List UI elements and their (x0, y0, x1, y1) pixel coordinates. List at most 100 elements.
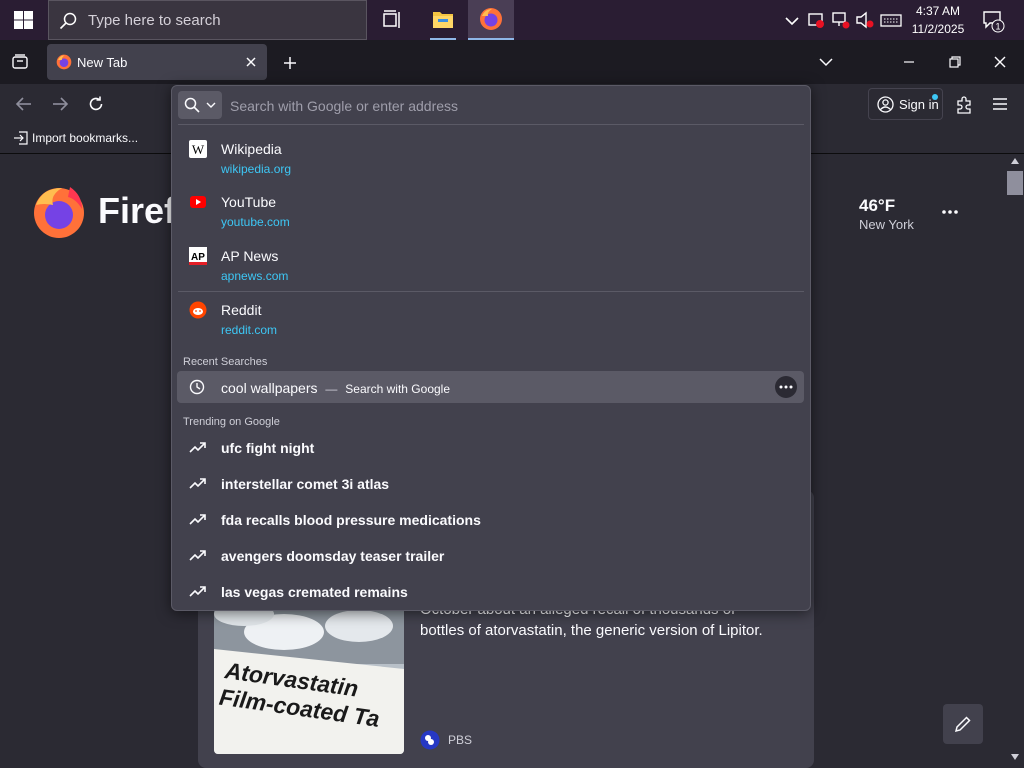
extensions-puzzle-icon[interactable] (955, 95, 974, 114)
trending-heading: Trending on Google (183, 416, 280, 428)
pill-bottle-image: Atorvastatin Film-coated Ta (214, 604, 404, 754)
youtube-icon (190, 196, 206, 208)
import-icon (14, 131, 28, 145)
trending-text: interstellar comet 3i atlas (221, 476, 390, 492)
search-engine-selector-button[interactable] (178, 91, 222, 119)
firefox-view-icon[interactable] (11, 53, 29, 71)
account-icon (877, 96, 894, 113)
pbs-logo-icon (420, 730, 440, 750)
recent-search-more-button[interactable] (775, 376, 797, 398)
site-suggestion-reddit[interactable]: Reddit reddit.com (177, 293, 804, 339)
divider (178, 291, 804, 292)
address-bar-dropdown: W Wikipedia wikipedia.org YouTube youtub… (171, 85, 811, 611)
task-view-icon[interactable] (381, 9, 403, 31)
keyboard-icon[interactable] (880, 10, 902, 30)
site-url: reddit.com (221, 323, 278, 337)
trending-text: avengers doomsday teaser trailer (221, 548, 445, 564)
firefox-taskbar-button[interactable] (468, 0, 514, 40)
weather-temperature[interactable]: 46°F (859, 196, 895, 216)
import-bookmarks-link[interactable]: Import bookmarks... (32, 131, 138, 145)
weather-city[interactable]: New York (859, 217, 914, 232)
folder-icon (433, 12, 453, 28)
restore-icon[interactable] (948, 55, 962, 69)
trending-item[interactable]: ufc fight night (177, 430, 804, 464)
site-suggestion-wikipedia[interactable]: W Wikipedia wikipedia.org (177, 132, 804, 178)
site-url: youtube.com (221, 215, 290, 229)
close-window-icon[interactable] (993, 55, 1007, 69)
weather-more-options-icon[interactable] (941, 209, 959, 215)
network-icon[interactable] (831, 10, 851, 30)
divider (178, 124, 804, 125)
trending-arrow-icon (189, 586, 206, 597)
recent-search-query: cool wallpapers (221, 380, 318, 396)
svg-text:W: W (192, 142, 205, 157)
trending-item[interactable]: fda recalls blood pressure medications (177, 502, 804, 536)
trending-text: las vegas cremated remains (221, 584, 408, 600)
trending-arrow-icon (189, 550, 206, 561)
trending-text: ufc fight night (221, 440, 315, 456)
recent-search-separator: — (325, 382, 338, 396)
notifications-icon[interactable]: 1 (982, 9, 1006, 33)
security-icon[interactable] (806, 10, 826, 30)
site-url: wikipedia.org (221, 162, 292, 176)
story-source: PBS (448, 733, 473, 747)
wikipedia-icon: W (189, 140, 207, 158)
site-suggestion-ap-news[interactable]: AP AP News apnews.com (177, 239, 804, 285)
hamburger-menu-icon[interactable] (992, 97, 1008, 111)
windows-start-icon[interactable] (14, 11, 33, 29)
reddit-icon (189, 301, 207, 319)
taskbar-search-placeholder: Type here to search (88, 12, 221, 29)
list-all-tabs-chevron-down-icon[interactable] (818, 55, 834, 69)
volume-muted-icon[interactable] (855, 10, 875, 30)
site-suggestion-youtube[interactable]: YouTube youtube.com (177, 185, 804, 231)
story-excerpt-line-2: bottles of atorvastatin, the generic ver… (420, 622, 763, 639)
search-icon (59, 12, 77, 30)
site-url: apnews.com (221, 269, 289, 283)
firefox-icon (56, 54, 72, 70)
file-explorer-taskbar-button[interactable] (424, 0, 462, 40)
more-options-icon (779, 385, 793, 389)
recent-search-text: cool wallpapers — Search with Google (221, 380, 450, 396)
trending-item[interactable]: interstellar comet 3i atlas (177, 466, 804, 500)
chevron-up-icon[interactable] (782, 10, 802, 30)
notification-count: 1 (995, 22, 1000, 32)
svg-text:AP: AP (191, 252, 205, 263)
site-title: Reddit (221, 302, 262, 318)
new-tab-plus-icon[interactable] (282, 55, 298, 71)
back-arrow-icon[interactable] (15, 96, 33, 112)
address-input[interactable] (228, 92, 792, 120)
scrollbar-thumb[interactable] (1007, 171, 1023, 195)
story-image[interactable]: Atorvastatin Film-coated Ta (214, 604, 404, 754)
close-icon[interactable] (245, 56, 257, 68)
trending-arrow-icon (189, 478, 206, 489)
ap-news-icon: AP (189, 247, 207, 265)
customize-edit-button[interactable] (943, 704, 983, 744)
taskbar-search-box[interactable]: Type here to search (48, 0, 367, 40)
scroll-down-icon[interactable] (1011, 754, 1019, 760)
tab-new-tab[interactable]: New Tab (47, 44, 267, 80)
site-title: YouTube (221, 194, 277, 210)
trending-arrow-icon (189, 514, 206, 525)
search-icon (184, 97, 200, 113)
forward-arrow-icon[interactable] (51, 96, 69, 112)
trending-arrow-icon (189, 442, 206, 453)
minimize-icon[interactable] (902, 55, 916, 69)
reload-icon[interactable] (87, 95, 105, 113)
chevron-down-icon (206, 102, 216, 108)
firefox-logo-icon (34, 187, 84, 238)
trending-text: fda recalls blood pressure medications (221, 512, 481, 528)
sign-in-label: Sign in (899, 97, 939, 112)
history-clock-icon (189, 379, 205, 395)
pencil-icon (954, 716, 971, 733)
taskbar: Type here to search 4:37 AM 11/2/2025 1 (0, 0, 1024, 40)
clock-time[interactable]: 4:37 AM (905, 4, 971, 18)
sign-in-button[interactable]: Sign in (868, 88, 943, 120)
recent-search-row[interactable]: cool wallpapers — Search with Google (177, 371, 804, 403)
scroll-up-icon[interactable] (1011, 158, 1019, 164)
tab-title: New Tab (77, 55, 128, 70)
recent-search-action: Search with Google (345, 382, 451, 396)
clock-date[interactable]: 11/2/2025 (905, 22, 971, 36)
trending-item[interactable]: avengers doomsday teaser trailer (177, 538, 804, 572)
scrollbar[interactable] (1006, 154, 1024, 768)
trending-item[interactable]: las vegas cremated remains (177, 574, 804, 608)
